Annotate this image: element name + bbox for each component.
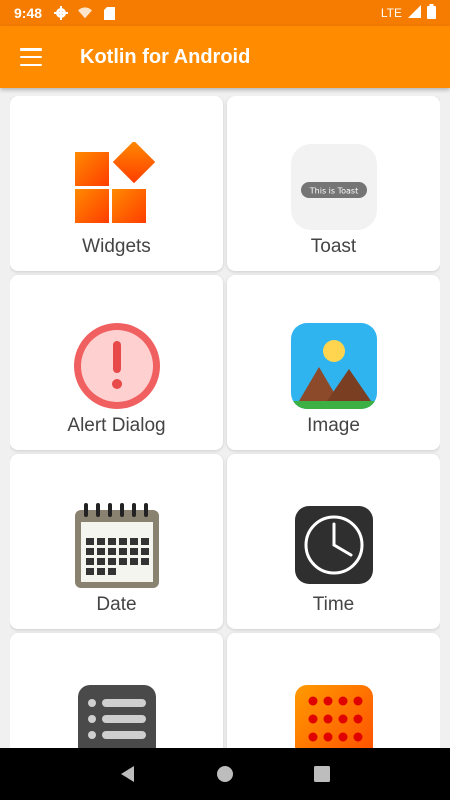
card-label: Toast xyxy=(310,236,357,257)
app-bar: Kotlin for Android xyxy=(0,26,450,88)
network-type: LTE xyxy=(380,6,402,20)
back-icon[interactable] xyxy=(113,759,143,789)
card-label: Time xyxy=(312,594,355,615)
hamburger-menu-icon[interactable] xyxy=(20,48,42,66)
list-icon xyxy=(72,679,162,748)
card-toast[interactable]: This is Toast Toast xyxy=(227,96,440,271)
widgets-icon xyxy=(72,142,162,232)
card-date[interactable]: Date xyxy=(10,454,223,629)
recents-icon[interactable] xyxy=(307,759,337,789)
alert-dialog-icon xyxy=(72,321,162,411)
status-bar: 9:48 LTE xyxy=(0,0,450,26)
card-label: Alert Dialog xyxy=(67,415,166,436)
app-title: Kotlin for Android xyxy=(80,45,251,68)
wifi-icon xyxy=(78,6,93,20)
toast-icon: This is Toast xyxy=(289,142,379,232)
card-time[interactable]: Time xyxy=(227,454,440,629)
feature-grid: Widgets This is Toast Toast Alert Dialog xyxy=(10,96,440,748)
toast-icon-text: This is Toast xyxy=(308,187,357,196)
calendar-icon xyxy=(72,500,162,590)
card-image[interactable]: Image xyxy=(227,275,440,450)
image-icon xyxy=(289,321,379,411)
battery-icon xyxy=(427,4,436,22)
clock-icon xyxy=(289,500,379,590)
card-list[interactable] xyxy=(10,633,223,748)
signal-icon xyxy=(408,5,421,21)
navigation-bar xyxy=(0,748,450,800)
card-alert-dialog[interactable]: Alert Dialog xyxy=(10,275,223,450)
card-label: Date xyxy=(96,594,137,615)
grid-dots-icon xyxy=(289,679,379,748)
status-time: 9:48 xyxy=(14,5,43,21)
card-widgets[interactable]: Widgets xyxy=(10,96,223,271)
card-label: Widgets xyxy=(82,236,151,257)
card-label: Image xyxy=(307,415,360,436)
sd-card-icon xyxy=(102,6,116,20)
card-grid-dots[interactable] xyxy=(227,633,440,748)
gear-icon xyxy=(54,6,69,20)
home-icon[interactable] xyxy=(210,759,240,789)
